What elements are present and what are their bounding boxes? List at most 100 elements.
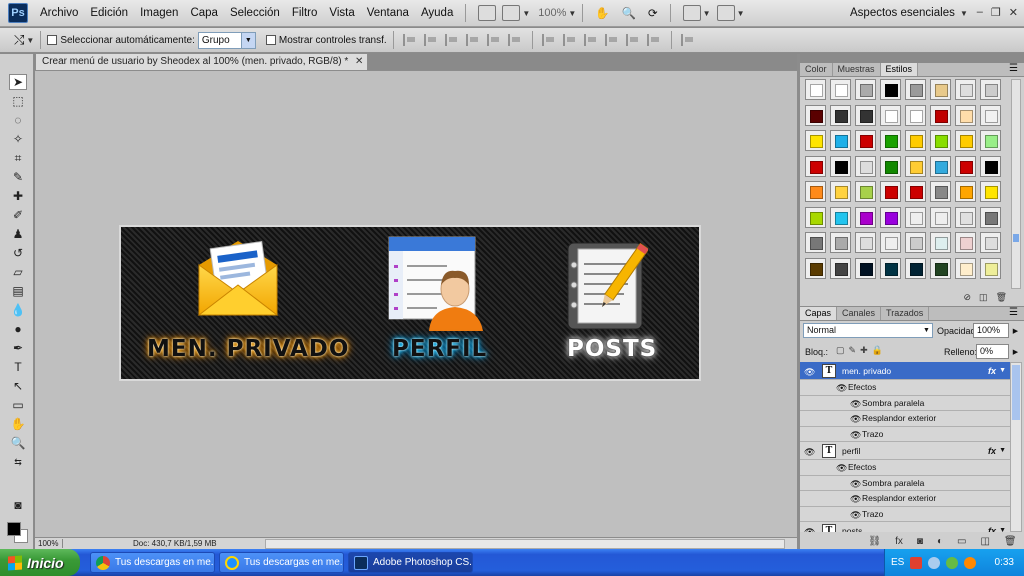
auto-select-target-select[interactable]: Grupo ▼ (197, 31, 256, 49)
workspace-switcher[interactable]: Aspectos esenciales ▼ (850, 7, 968, 19)
style-swatch[interactable] (855, 104, 876, 126)
clear-style-icon[interactable]: ⊘ (964, 292, 972, 306)
style-swatch[interactable] (955, 206, 976, 228)
visibility-eye-icon[interactable]: 👁 (804, 447, 815, 457)
move-tool-icon[interactable]: ➤ (9, 74, 27, 90)
panel-menu-icon[interactable]: ☰ (1009, 63, 1018, 74)
style-swatch[interactable] (830, 104, 851, 126)
style-swatch[interactable] (905, 257, 926, 279)
effect-row[interactable]: 👁 Resplandor exterior (800, 491, 1010, 507)
visibility-eye-icon[interactable]: 👁 (850, 399, 861, 409)
style-swatch[interactable] (830, 181, 851, 202)
link-layers-icon[interactable]: ⛓ (868, 536, 881, 547)
lock-all-icon[interactable]: 🔒 (872, 345, 887, 355)
style-swatch[interactable] (880, 257, 901, 279)
style-swatch[interactable] (855, 206, 876, 228)
style-swatch[interactable] (980, 206, 1001, 228)
style-swatch[interactable] (905, 206, 926, 228)
effect-row[interactable]: 👁 Trazo (800, 427, 1010, 442)
style-swatch[interactable] (855, 232, 876, 253)
opacity-input[interactable]: 100% (973, 323, 1009, 338)
styles-scrollbar[interactable] (1011, 79, 1021, 289)
shape-tool-icon[interactable]: ▭ (9, 397, 27, 413)
auto-select-checkbox[interactable] (47, 35, 58, 45)
blur-tool-icon[interactable]: 💧 (9, 302, 27, 318)
style-swatch[interactable] (930, 104, 951, 126)
align-top-icon[interactable] (402, 34, 418, 46)
close-icon[interactable]: ✕ (1009, 6, 1018, 19)
style-swatch[interactable] (805, 155, 826, 177)
style-swatch[interactable] (880, 232, 901, 253)
layer-row[interactable]: 👁 Tposts fx ▼ (800, 522, 1010, 532)
new-style-icon[interactable]: ◫ (979, 292, 988, 306)
style-swatch[interactable] (930, 206, 951, 228)
status-zoom[interactable]: 100% (35, 539, 63, 548)
taskbar-item-chrome[interactable]: Tus descargas en me... (90, 552, 215, 573)
style-swatch[interactable] (805, 79, 826, 100)
visibility-eye-icon[interactable]: 👁 (850, 414, 861, 424)
visibility-eye-icon[interactable]: 👁 (850, 494, 861, 504)
chevron-right-icon[interactable]: ▶ (1011, 344, 1020, 359)
zoom-tool-icon[interactable]: 🔍 (9, 435, 27, 451)
menu-ventana[interactable]: Ventana (361, 7, 415, 19)
menu-archivo[interactable]: Archivo (34, 7, 84, 19)
visibility-eye-icon[interactable]: 👁 (850, 430, 861, 440)
language-indicator[interactable]: ES (891, 557, 904, 568)
align-right-icon[interactable] (507, 34, 523, 46)
chevron-down-icon[interactable]: ▼ (999, 447, 1006, 454)
distribute-right-icon[interactable] (646, 34, 662, 46)
style-swatch[interactable] (905, 181, 926, 202)
style-swatch[interactable] (980, 155, 1001, 177)
chevron-down-icon[interactable]: ▼ (522, 9, 530, 18)
swap-colors-icon[interactable]: ⇆ (9, 454, 27, 470)
effect-row[interactable]: 👁 Sombra paralela (800, 476, 1010, 491)
lock-transparency-icon[interactable]: ▢ (836, 345, 849, 355)
menu-capa[interactable]: Capa (184, 7, 224, 19)
style-swatch[interactable] (980, 130, 1001, 151)
style-swatch[interactable] (955, 79, 976, 100)
style-swatch[interactable] (980, 79, 1001, 100)
healing-brush-tool-icon[interactable]: ✚ (9, 188, 27, 204)
style-swatch[interactable] (855, 79, 876, 100)
visibility-eye-icon[interactable]: 👁 (850, 479, 861, 489)
style-swatch[interactable] (955, 257, 976, 279)
style-swatch[interactable] (980, 232, 1001, 253)
style-swatch[interactable] (980, 181, 1001, 202)
style-swatch[interactable] (805, 257, 826, 279)
eyedropper-tool-icon[interactable]: ✎ (9, 169, 27, 185)
align-bottom-icon[interactable] (444, 34, 460, 46)
style-swatch[interactable] (905, 155, 926, 177)
style-swatch[interactable] (855, 155, 876, 177)
fx-icon[interactable]: fx (988, 526, 996, 533)
effect-row[interactable]: 👁 Sombra paralela (800, 396, 1010, 411)
document-tab[interactable]: Crear menú de usuario by Sheodex al 100%… (35, 53, 368, 70)
taskbar-item-ie[interactable]: Tus descargas en me... (219, 552, 344, 573)
style-swatch[interactable] (805, 104, 826, 126)
style-swatch[interactable] (830, 206, 851, 228)
bridge-icon[interactable] (478, 5, 497, 21)
dodge-tool-icon[interactable]: ● (9, 321, 27, 337)
style-swatch[interactable] (805, 130, 826, 151)
magic-wand-tool-icon[interactable]: ✧ (9, 131, 27, 147)
tab-color[interactable]: Color (800, 63, 833, 76)
banner-label-men-privado[interactable]: MEN. PRIVADO (147, 336, 349, 362)
chevron-down-icon[interactable]: ▼ (703, 9, 711, 18)
style-swatch[interactable] (880, 130, 901, 151)
banner-label-posts[interactable]: POSTS (567, 336, 657, 362)
style-swatch[interactable] (880, 206, 901, 228)
restore-icon[interactable]: ❐ (991, 6, 1001, 19)
style-swatch[interactable] (830, 232, 851, 253)
lock-position-icon[interactable]: ✚ (860, 345, 872, 355)
menu-vista[interactable]: Vista (323, 7, 360, 19)
chevron-down-icon[interactable]: ▼ (568, 9, 576, 18)
gradient-tool-icon[interactable]: ▤ (9, 283, 27, 299)
menu-imagen[interactable]: Imagen (134, 7, 184, 19)
eraser-tool-icon[interactable]: ▱ (9, 264, 27, 280)
style-swatch[interactable] (855, 130, 876, 151)
style-swatch[interactable] (930, 257, 951, 279)
style-swatch[interactable] (930, 181, 951, 202)
style-swatch[interactable] (830, 257, 851, 279)
style-swatch[interactable] (905, 104, 926, 126)
tab-trazados[interactable]: Trazados (881, 307, 930, 320)
style-swatch[interactable] (955, 232, 976, 253)
